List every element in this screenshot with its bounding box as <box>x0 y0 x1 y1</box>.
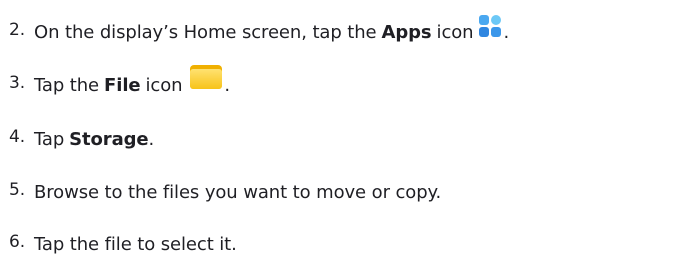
folder-icon <box>190 65 223 89</box>
step-text-before: Tap <box>34 128 65 150</box>
step-text-before: On the display’s Home screen, tap the <box>34 21 377 43</box>
step-number: 4. <box>9 127 26 147</box>
step-text-end: . <box>224 74 231 96</box>
step-bold-label: File <box>104 74 141 96</box>
instruction-steps: 2. On the display’s Home screen, tap the… <box>0 0 674 271</box>
step-2: 2. On the display’s Home screen, tap the… <box>9 12 509 52</box>
step-bold-label: Apps <box>381 21 432 43</box>
step-6: 6. Tap the file to select it. <box>9 224 237 264</box>
step-number: 6. <box>9 232 26 252</box>
step-text: On the display’s Home screen, tap the App… <box>34 15 510 43</box>
step-text: Browse to the files you want to move or … <box>34 181 442 203</box>
step-text-before: Tap the <box>34 74 100 96</box>
step-number: 2. <box>9 20 26 40</box>
step-number: 5. <box>9 180 26 200</box>
step-text-end: . <box>148 128 155 150</box>
step-text-after: icon <box>145 74 183 96</box>
step-text-end: . <box>503 21 510 43</box>
step-text: Tap Storage. <box>34 129 154 150</box>
step-4: 4. Tap Storage. <box>9 119 154 159</box>
step-number: 3. <box>9 73 26 93</box>
apps-icon <box>479 15 502 37</box>
step-text-after: icon <box>436 21 474 43</box>
step-3: 3. Tap the File icon. <box>9 65 230 105</box>
step-text: Tap the file to select it. <box>34 233 237 255</box>
step-bold-label: Storage <box>69 128 149 150</box>
step-5: 5. Browse to the files you want to move … <box>9 172 441 212</box>
step-text: Tap the File icon. <box>34 65 231 97</box>
